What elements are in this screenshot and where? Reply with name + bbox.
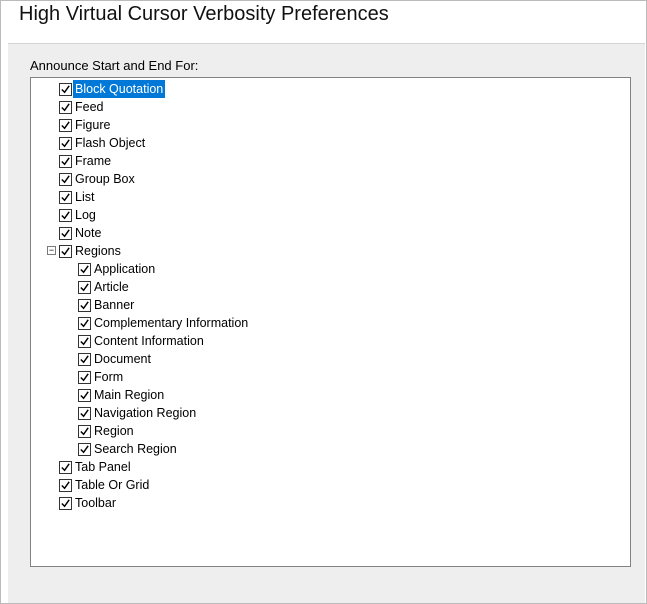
tree-item-label[interactable]: List bbox=[73, 188, 96, 206]
checkbox[interactable] bbox=[59, 479, 72, 492]
tree-item[interactable]: Banner bbox=[35, 296, 626, 314]
checkbox[interactable] bbox=[59, 209, 72, 222]
tree-item-label[interactable]: Figure bbox=[73, 116, 112, 134]
checkbox[interactable] bbox=[59, 101, 72, 114]
checkbox[interactable] bbox=[59, 119, 72, 132]
tree-item-label[interactable]: Document bbox=[92, 350, 153, 368]
announce-tree[interactable]: Block QuotationFeedFigureFlash ObjectFra… bbox=[30, 77, 631, 567]
tree-item[interactable]: Table Or Grid bbox=[35, 476, 626, 494]
tree-item-label[interactable]: Table Or Grid bbox=[73, 476, 151, 494]
tree-item-label[interactable]: Article bbox=[92, 278, 131, 296]
tree-item-label[interactable]: Block Quotation bbox=[73, 80, 165, 98]
checkbox[interactable] bbox=[59, 497, 72, 510]
tree-item[interactable]: Frame bbox=[35, 152, 626, 170]
tree-item[interactable]: Log bbox=[35, 206, 626, 224]
tree-item[interactable]: Regions bbox=[35, 242, 626, 260]
tree-item-label[interactable]: Banner bbox=[92, 296, 136, 314]
tree-item-label[interactable]: Log bbox=[73, 206, 98, 224]
tree-item-label[interactable]: Frame bbox=[73, 152, 113, 170]
preferences-dialog: High Virtual Cursor Verbosity Preference… bbox=[0, 0, 647, 604]
checkbox[interactable] bbox=[78, 371, 91, 384]
tree-item[interactable]: List bbox=[35, 188, 626, 206]
tree-item[interactable]: Navigation Region bbox=[35, 404, 626, 422]
checkbox[interactable] bbox=[78, 299, 91, 312]
tree-item-label[interactable]: Region bbox=[92, 422, 136, 440]
tree-item-label[interactable]: Toolbar bbox=[73, 494, 118, 512]
checkbox[interactable] bbox=[78, 317, 91, 330]
checkbox[interactable] bbox=[78, 443, 91, 456]
tree-item-label[interactable]: Tab Panel bbox=[73, 458, 133, 476]
tree-item-label[interactable]: Form bbox=[92, 368, 125, 386]
tree-item[interactable]: Toolbar bbox=[35, 494, 626, 512]
tree-item[interactable]: Note bbox=[35, 224, 626, 242]
dialog-title: High Virtual Cursor Verbosity Preference… bbox=[19, 3, 389, 26]
tree-item-label[interactable]: Feed bbox=[73, 98, 106, 116]
checkbox[interactable] bbox=[59, 83, 72, 96]
checkbox[interactable] bbox=[78, 263, 91, 276]
tree-item-label[interactable]: Content Information bbox=[92, 332, 206, 350]
tree-item[interactable]: Search Region bbox=[35, 440, 626, 458]
tree-item-label[interactable]: Regions bbox=[73, 242, 123, 260]
tree-item-label[interactable]: Group Box bbox=[73, 170, 137, 188]
checkbox[interactable] bbox=[78, 425, 91, 438]
tree-item[interactable]: Block Quotation bbox=[35, 80, 626, 98]
checkbox[interactable] bbox=[59, 191, 72, 204]
tree-item[interactable]: Form bbox=[35, 368, 626, 386]
tree-item[interactable]: Figure bbox=[35, 116, 626, 134]
tree-item[interactable]: Region bbox=[35, 422, 626, 440]
tree-item-label[interactable]: Main Region bbox=[92, 386, 166, 404]
checkbox[interactable] bbox=[59, 461, 72, 474]
checkbox[interactable] bbox=[78, 335, 91, 348]
dialog-body: Announce Start and End For: Block Quotat… bbox=[8, 43, 645, 603]
checkbox[interactable] bbox=[59, 227, 72, 240]
tree-item-label[interactable]: Search Region bbox=[92, 440, 179, 458]
checkbox[interactable] bbox=[59, 137, 72, 150]
tree-item[interactable]: Tab Panel bbox=[35, 458, 626, 476]
tree-item-label[interactable]: Note bbox=[73, 224, 103, 242]
tree-item-label[interactable]: Flash Object bbox=[73, 134, 147, 152]
tree-item[interactable]: Complementary Information bbox=[35, 314, 626, 332]
checkbox[interactable] bbox=[78, 353, 91, 366]
checkbox[interactable] bbox=[59, 173, 72, 186]
tree-item[interactable]: Flash Object bbox=[35, 134, 626, 152]
checkbox[interactable] bbox=[59, 245, 72, 258]
tree-item[interactable]: Main Region bbox=[35, 386, 626, 404]
checkbox[interactable] bbox=[78, 389, 91, 402]
tree-item-label[interactable]: Application bbox=[92, 260, 157, 278]
tree-item-label[interactable]: Navigation Region bbox=[92, 404, 198, 422]
checkbox[interactable] bbox=[59, 155, 72, 168]
tree-item[interactable]: Feed bbox=[35, 98, 626, 116]
collapse-icon[interactable] bbox=[47, 246, 56, 255]
tree-item[interactable]: Document bbox=[35, 350, 626, 368]
tree-root: Block QuotationFeedFigureFlash ObjectFra… bbox=[35, 80, 626, 512]
tree-item[interactable]: Article bbox=[35, 278, 626, 296]
tree-item[interactable]: Application bbox=[35, 260, 626, 278]
checkbox[interactable] bbox=[78, 407, 91, 420]
tree-item[interactable]: Content Information bbox=[35, 332, 626, 350]
checkbox[interactable] bbox=[78, 281, 91, 294]
tree-item[interactable]: Group Box bbox=[35, 170, 626, 188]
section-label: Announce Start and End For: bbox=[30, 58, 631, 73]
tree-item-label[interactable]: Complementary Information bbox=[92, 314, 250, 332]
